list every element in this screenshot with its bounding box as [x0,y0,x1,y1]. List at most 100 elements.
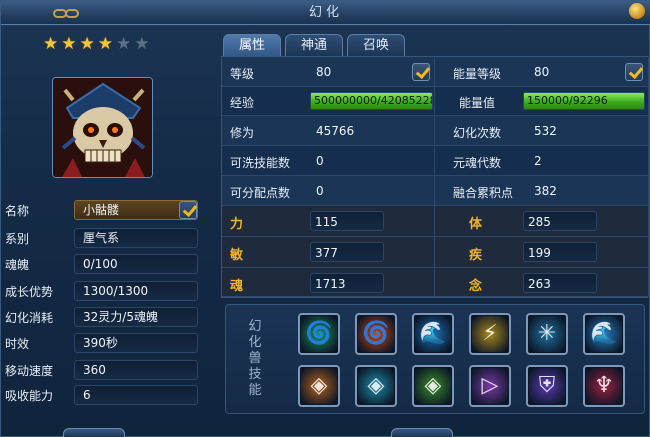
info-value: 0/100 [74,254,198,274]
attribute-value: 285 [523,211,597,231]
pet-info-panel: ★ ★ ★ ★ ★ ★ 名称 小骷髅系别 厘气系魂魄 0/100 成长优势 1300/1300 幻化消… [1,27,213,437]
skills-panel: 幻化兽技能 🌀 🌀 🌊 ⚡ ✳ 🌊 ◈ ◈ ◈ ▷ ⛨ ♆ [225,304,645,414]
attribute-value: 1713 [310,273,384,293]
attribute-label: 魂 [230,279,244,294]
bottom-right-button[interactable] [391,428,453,437]
gold-slash-skill-icon[interactable]: ⚡ [469,313,511,355]
skills-title: 幻化兽技能 [248,319,262,398]
fire-swirl-skill-icon[interactable]: 🌀 [355,313,397,355]
confirm-name-icon[interactable] [179,201,197,219]
exp-label: 经验 [230,96,255,110]
energy-level-cell: 能量等级 80 [435,57,649,87]
level-lock-checkbox[interactable] [412,63,430,81]
ice-burst-skill-icon[interactable]: ✳ [526,313,568,355]
stats-grid: 等级 80 能量等级 80 经验 500000000/420852288 能量值… [221,56,649,298]
attribute-value: 199 [523,242,597,262]
tab-abilities[interactable]: 神通 [285,34,343,56]
skill-glyph: 🌀 [305,321,333,346]
level-cell: 等级 80 [222,57,435,87]
info-label: 系别 [5,232,30,246]
green-vortex-skill-icon[interactable]: 🌀 [298,313,340,355]
info-label: 魂魄 [5,258,30,272]
info-row: 幻化消耗 32灵力/5魂魄 [1,307,213,327]
info-value: 360 [74,360,198,380]
energy-bar: 150000/92296 [523,92,645,110]
bottom-left-button[interactable] [63,428,125,437]
info-row: 移动速度 360 [1,360,213,380]
star-filled-icon: ★ [97,34,113,54]
energy-level-lock-checkbox[interactable] [625,63,643,81]
attribute-cell: 魂 1713 [222,268,435,297]
washable-skills-cell: 可洗技能数 0 [222,146,435,176]
energy-value: 150000/92296 [527,94,608,107]
fusion-points-value: 382 [534,184,557,198]
soul-generation-cell: 元魂代数 2 [435,146,649,176]
info-label: 吸收能力 [5,389,54,403]
info-value: 厘气系 [74,228,198,248]
fusion-points-label: 融合累积点 [453,186,514,200]
tab-attributes[interactable]: 属性 [223,34,281,56]
skill-glyph: ▷ [481,373,499,398]
transform-window: 幻化 ★ ★ ★ ★ ★ ★ 名称 小骷髅 系别 厘气系 魂魄 0/100 成长优势 1300/ [0,0,650,437]
exp-bar: 500000000/420852288 [310,92,433,110]
violet-shield-skill-icon[interactable]: ⛨ [526,365,568,407]
energy-label: 能量值 [459,96,496,110]
cultivation-cell: 修为 45766 [222,116,435,146]
info-value: 6 [74,385,198,405]
exp-cell: 经验 500000000/420852288 [222,87,435,116]
energy-level-label: 能量等级 [453,67,502,81]
tide-skill-icon[interactable]: 🌊 [583,313,625,355]
info-label: 时效 [5,337,30,351]
info-label: 名称 [5,204,30,218]
attribute-cell: 念 263 [435,268,649,297]
cultivation-value: 45766 [316,124,355,138]
purple-arrow-skill-icon[interactable]: ▷ [469,365,511,407]
info-row: 成长优势 1300/1300 [1,281,213,301]
energy-cell: 能量值 150000/92296 [435,87,649,116]
washable-skills-value: 0 [316,154,324,168]
exp-value: 500000000/420852288 [314,94,433,107]
window-title: 幻化 [308,5,343,20]
cyan-rune-skill-icon[interactable]: ◈ [355,365,397,407]
info-row: 名称 小骷髅 [1,200,213,220]
star-empty-icon: ★ [116,34,132,54]
assignable-points-label: 可分配点数 [230,186,291,200]
green-rune-skill-icon[interactable]: ◈ [412,365,454,407]
skull-pet-icon [53,78,152,177]
star-filled-icon: ★ [61,34,77,54]
chain-icon[interactable] [53,9,81,18]
info-row: 系别 厘气系 [1,228,213,248]
star-filled-icon: ★ [79,34,95,54]
cultivation-label: 修为 [230,126,255,140]
skill-glyph: 🌊 [590,321,618,346]
attribute-cell: 疾 199 [435,237,649,268]
title-bar: 幻化 [1,1,650,25]
info-label: 移动速度 [5,364,54,378]
orange-rune-skill-icon[interactable]: ◈ [298,365,340,407]
soul-generation-value: 2 [534,154,542,168]
orb-icon[interactable] [629,3,645,19]
skill-glyph: ⛨ [538,373,556,398]
info-value: 390秒 [74,333,198,353]
info-row: 魂魄 0/100 [1,254,213,274]
attribute-cell: 体 285 [435,206,649,237]
info-value: 32灵力/5魂魄 [74,307,198,327]
attribute-cell: 力 115 [222,206,435,237]
crimson-figure-skill-icon[interactable]: ♆ [583,365,625,407]
attribute-label: 敏 [230,248,244,263]
level-label: 等级 [230,67,255,81]
transform-count-cell: 幻化次数 532 [435,116,649,146]
attribute-label: 体 [469,217,483,232]
attribute-label: 念 [469,279,483,294]
level-value: 80 [316,65,332,79]
attribute-cell: 敏 377 [222,237,435,268]
transform-count-label: 幻化次数 [453,126,502,140]
attribute-value: 377 [310,242,384,262]
blue-wave-skill-icon[interactable]: 🌊 [412,313,454,355]
tab-summon[interactable]: 召唤 [347,34,405,56]
star-rating: ★ ★ ★ ★ ★ ★ [43,35,150,53]
star-filled-icon: ★ [43,34,59,54]
info-label: 成长优势 [5,285,54,299]
info-value: 1300/1300 [74,281,198,301]
skill-glyph: ♆ [594,373,614,398]
